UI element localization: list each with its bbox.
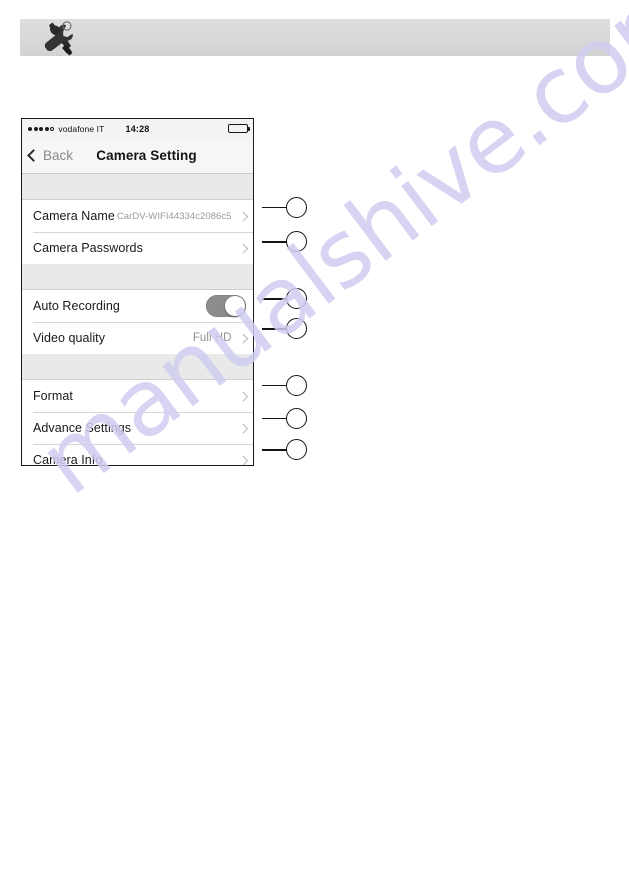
row-auto-recording[interactable]: Auto Recording xyxy=(22,290,253,322)
row-camera-info[interactable]: Camera Info xyxy=(22,444,253,466)
callout-leader-line xyxy=(262,240,287,243)
row-camera-passwords[interactable]: Camera Passwords xyxy=(22,232,253,264)
chevron-right-icon xyxy=(238,333,248,343)
row-label: Video quality xyxy=(33,331,105,345)
row-label: Format xyxy=(33,389,73,403)
section-gap xyxy=(22,264,253,290)
callout-bubble xyxy=(286,318,307,339)
callout-advance-settings xyxy=(262,408,307,429)
status-bar-right xyxy=(228,123,250,134)
callout-video-quality xyxy=(262,318,307,339)
callout-camera-passwords xyxy=(262,231,307,252)
battery-icon xyxy=(228,123,250,134)
toggle-knob xyxy=(225,296,245,316)
navigation-bar: Back Camera Setting xyxy=(22,138,253,174)
row-video-quality[interactable]: Video quality Full HD xyxy=(22,322,253,354)
callout-bubble xyxy=(286,375,307,396)
settings-group-2: Auto Recording Video quality Full HD xyxy=(22,290,253,354)
chevron-right-icon xyxy=(238,423,248,433)
callout-auto-recording xyxy=(262,288,307,309)
section-gap xyxy=(22,354,253,380)
callout-leader-line xyxy=(262,207,287,208)
callout-bubble xyxy=(286,197,307,218)
tools-wrench-screwdriver-icon xyxy=(44,21,73,56)
row-label: Camera Passwords xyxy=(33,241,143,255)
chevron-right-icon xyxy=(238,243,248,253)
row-value: CarDV-WIFI44334c2086c5 xyxy=(116,210,232,222)
row-advance-settings[interactable]: Advance Settings xyxy=(22,412,253,444)
callout-leader-line xyxy=(262,297,287,300)
callout-leader-line xyxy=(262,385,287,386)
row-format[interactable]: Format xyxy=(22,380,253,412)
callout-camera-info xyxy=(262,439,307,460)
status-bar-time: 14:28 xyxy=(125,123,150,134)
row-label: Auto Recording xyxy=(33,299,120,313)
callout-format xyxy=(262,375,307,396)
callout-bubble xyxy=(286,408,307,429)
chevron-right-icon xyxy=(238,211,248,221)
chevron-right-icon xyxy=(238,455,248,465)
row-value: Full HD xyxy=(192,332,232,344)
row-camera-name[interactable]: Camera Name CarDV-WIFI44334c2086c5 xyxy=(22,200,253,232)
section-gap xyxy=(22,174,253,200)
status-bar: vodafone IT 14:28 xyxy=(22,119,253,138)
row-label: Camera Info xyxy=(33,453,103,466)
settings-group-3: Format Advance Settings Camera Info xyxy=(22,380,253,466)
phone-screenshot: vodafone IT 14:28 Back Camera Setting Ca… xyxy=(21,118,254,466)
callout-camera-name xyxy=(262,197,307,218)
row-label: Camera Name xyxy=(33,209,115,223)
row-label: Advance Settings xyxy=(33,421,132,435)
callout-bubble xyxy=(286,439,307,460)
page-title: Camera Setting xyxy=(96,148,197,163)
callout-leader-line xyxy=(262,418,287,419)
auto-recording-toggle[interactable] xyxy=(206,295,246,317)
settings-table: Camera Name CarDV-WIFI44334c2086c5 Camer… xyxy=(22,174,253,466)
settings-group-1: Camera Name CarDV-WIFI44334c2086c5 Camer… xyxy=(22,200,253,264)
callout-bubble xyxy=(286,288,307,309)
callout-leader-line xyxy=(262,448,287,451)
document-header-band xyxy=(20,19,610,56)
callout-leader-line xyxy=(262,327,287,330)
chevron-right-icon xyxy=(238,391,248,401)
callout-bubble xyxy=(286,231,307,252)
